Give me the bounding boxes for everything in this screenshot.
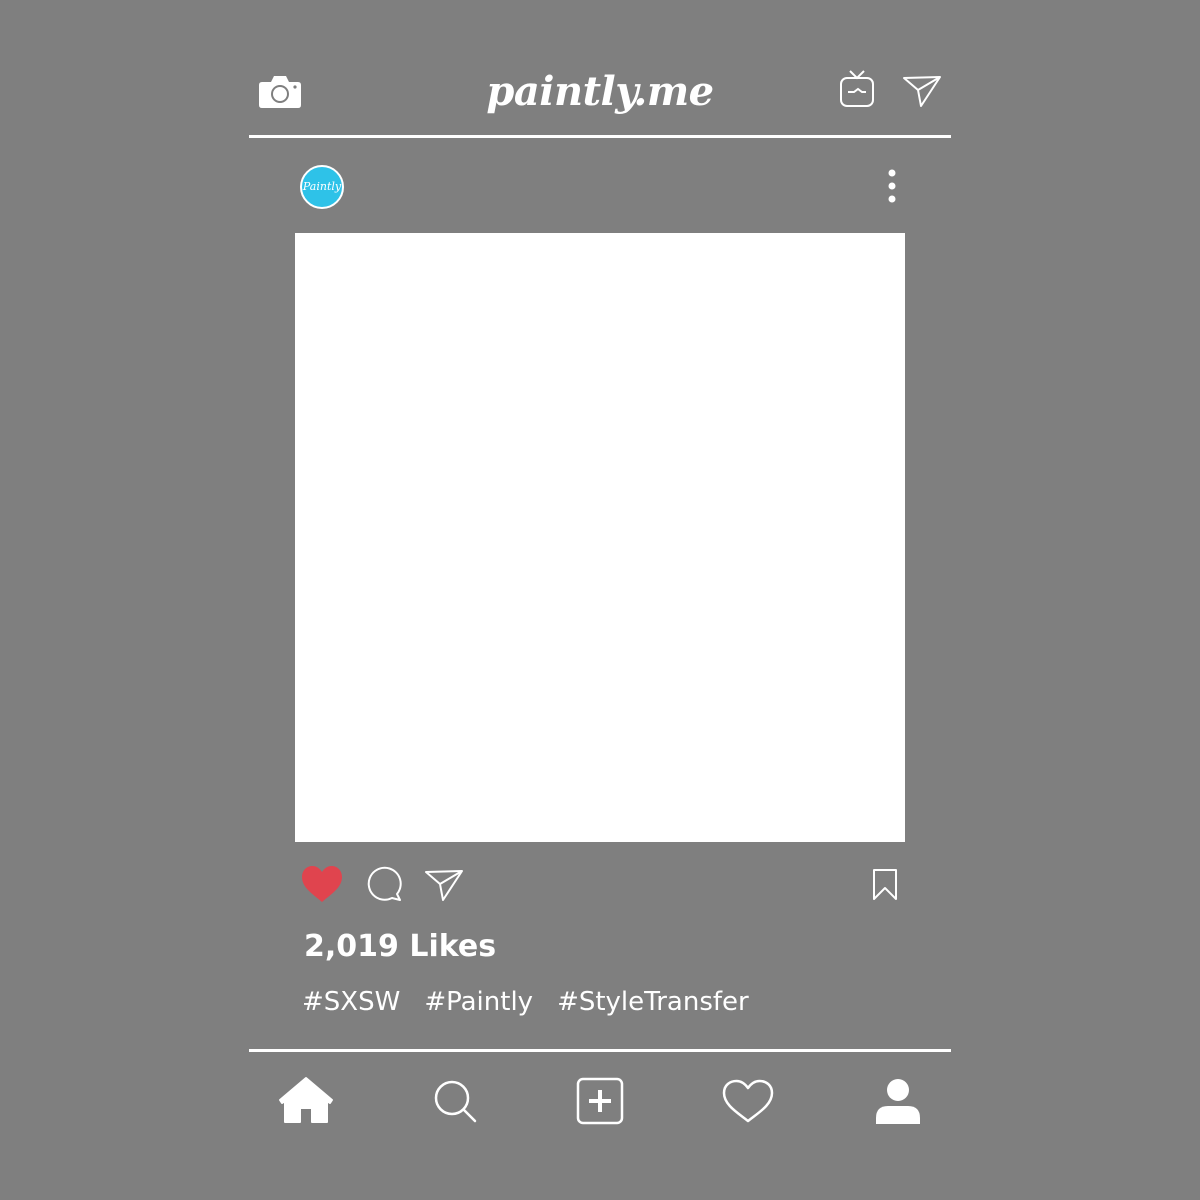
hashtag-styletransfer[interactable]: #StyleTransfer [557,982,749,1022]
igtv-icon[interactable] [838,68,876,110]
camera-icon[interactable] [258,72,302,110]
bookmark-icon[interactable] [872,868,898,902]
avatar[interactable]: Paintly [300,165,344,209]
share-icon[interactable] [424,868,464,902]
profile-icon[interactable] [874,1078,922,1126]
search-icon[interactable] [432,1078,478,1124]
hashtags: #SXSW #Paintly #StyleTransfer [302,982,749,1022]
post-image[interactable] [295,233,905,842]
footer-divider [249,1049,951,1052]
more-options-icon[interactable] [882,168,902,206]
add-post-icon[interactable] [576,1077,624,1125]
home-icon[interactable] [278,1076,334,1124]
activity-heart-icon[interactable] [721,1078,775,1124]
comment-icon[interactable] [366,866,404,904]
likes-count[interactable]: 2,019 Likes [304,925,496,969]
direct-message-icon[interactable] [902,74,942,108]
like-heart-icon[interactable] [300,864,344,904]
hashtag-paintly[interactable]: #Paintly [424,982,533,1022]
avatar-logo-text: Paintly [302,180,342,193]
header-divider [249,135,951,138]
app-title: paintly.me [486,68,714,115]
hashtag-sxsw[interactable]: #SXSW [302,982,400,1022]
